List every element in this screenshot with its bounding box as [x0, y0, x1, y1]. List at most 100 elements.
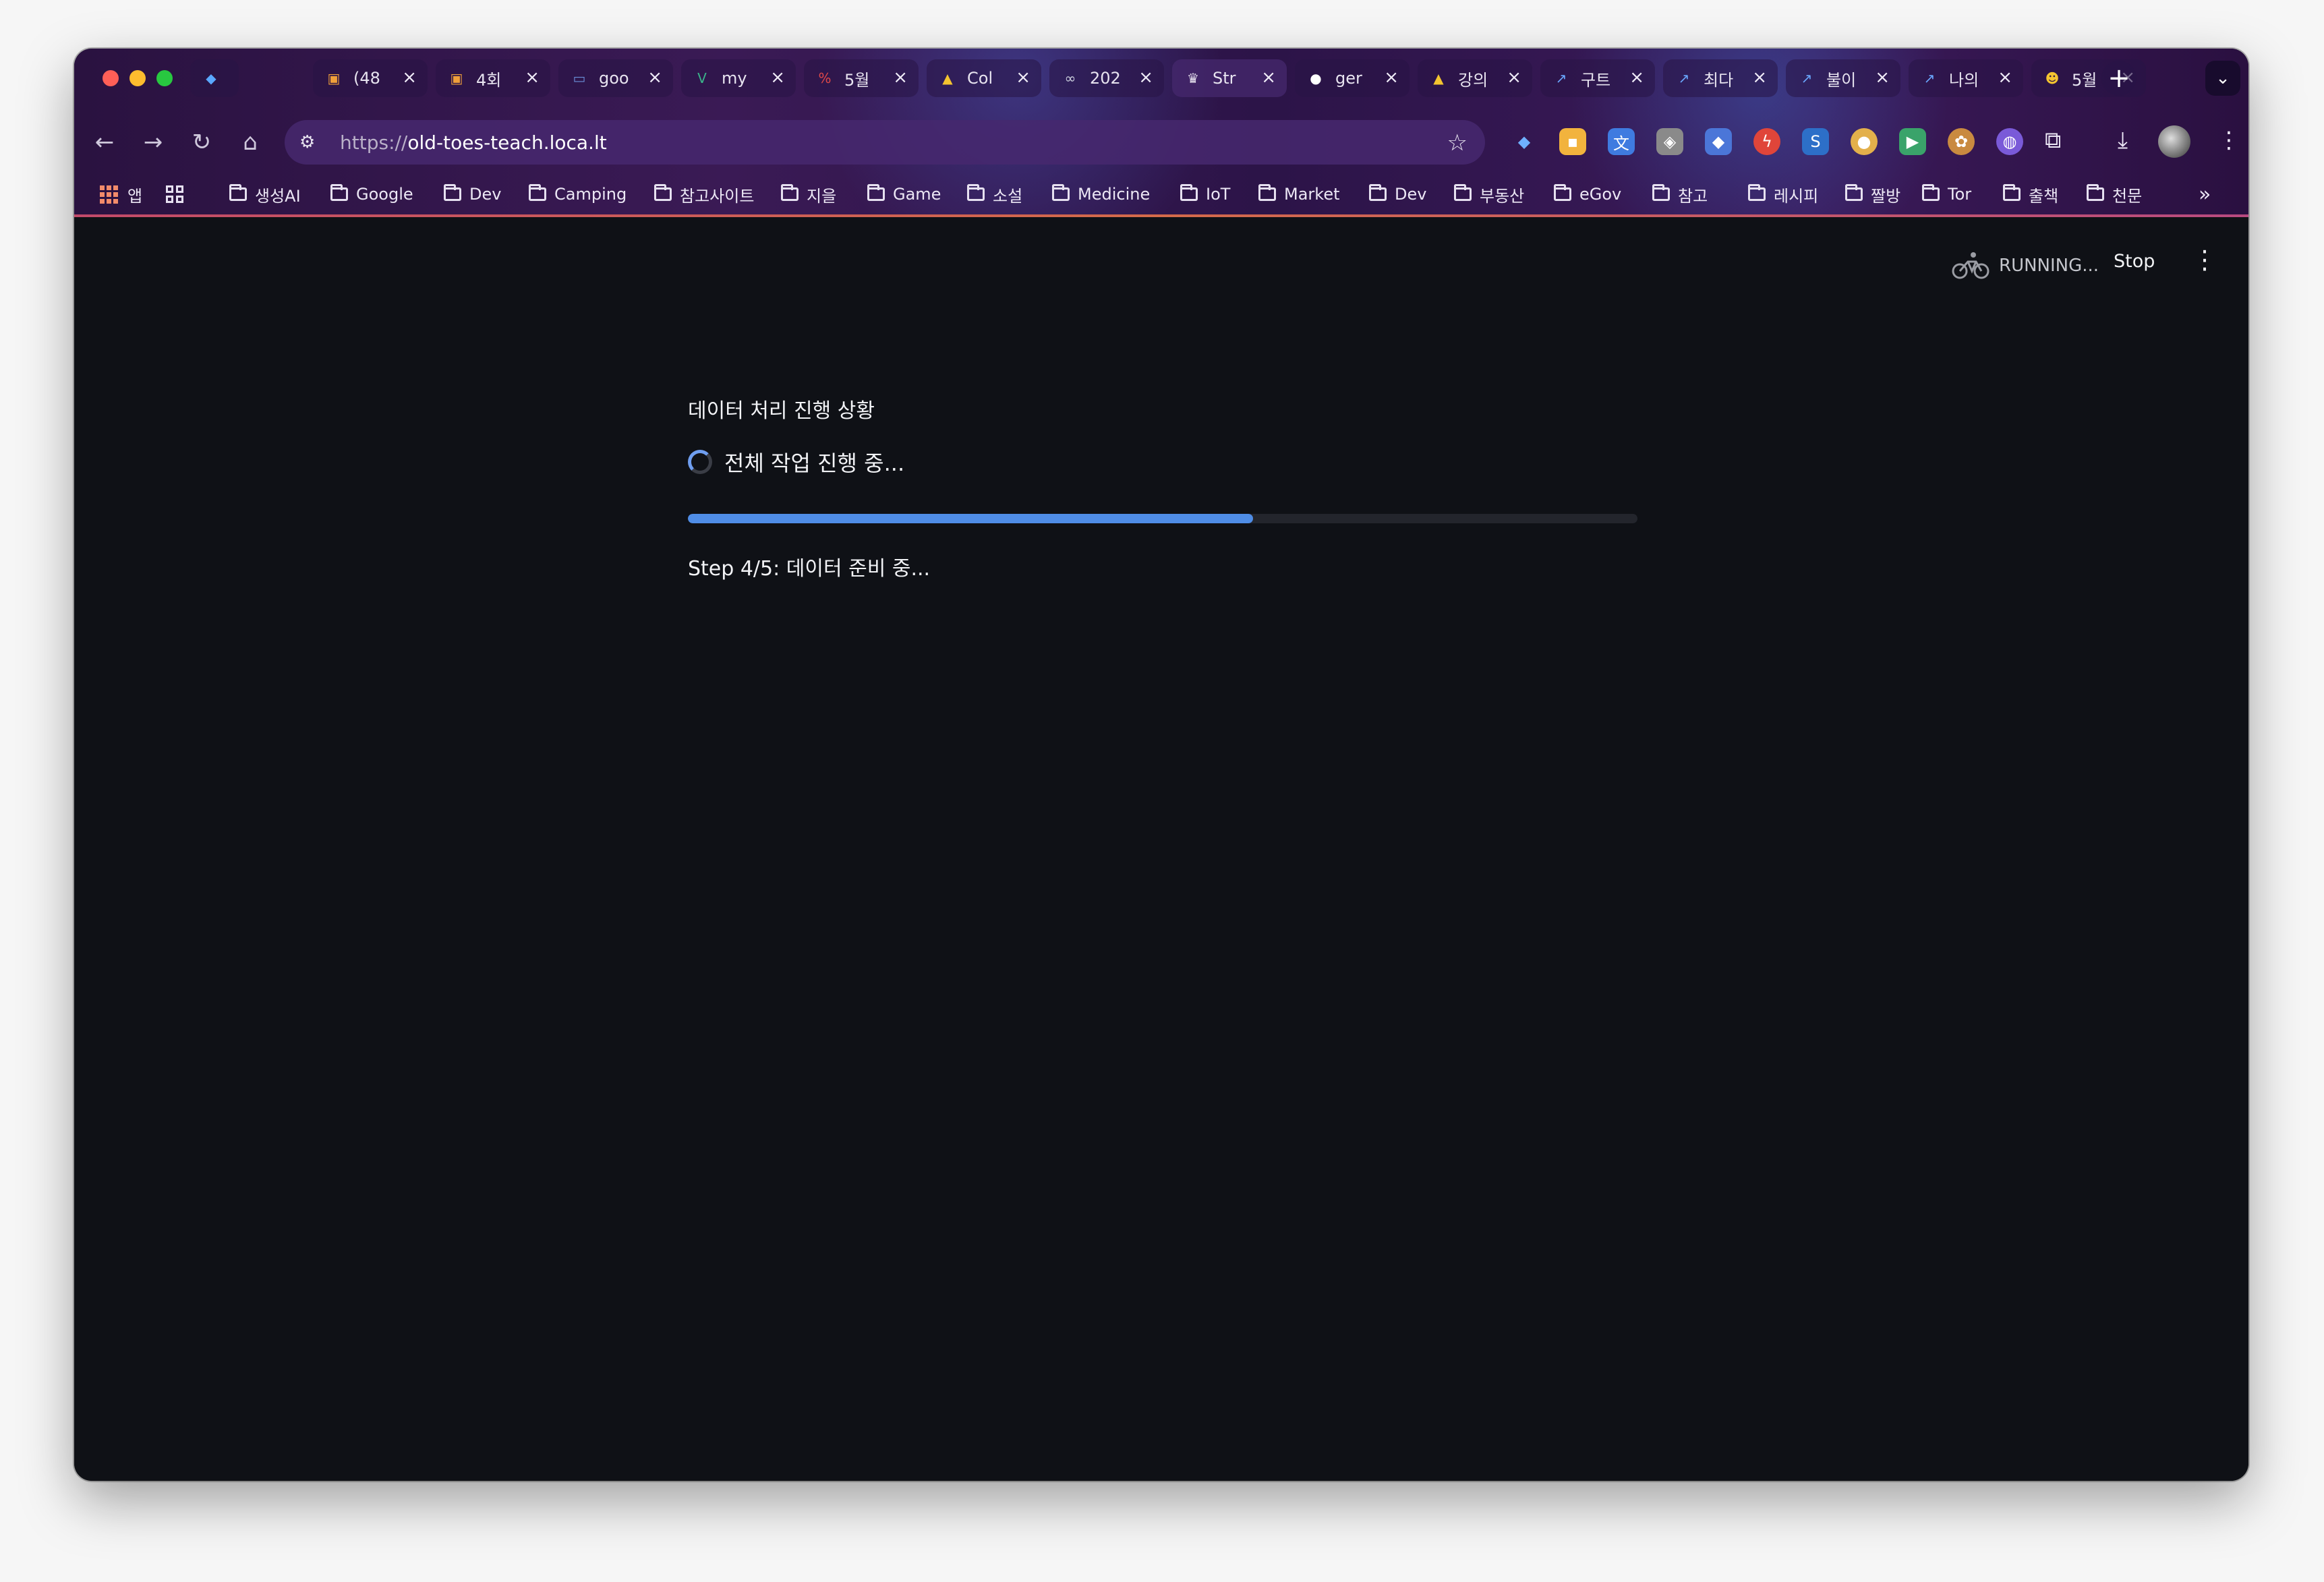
- close-tab-icon[interactable]: ×: [525, 67, 540, 88]
- site-settings-icon[interactable]: ⚙: [299, 132, 326, 152]
- close-tab-icon[interactable]: ×: [1752, 67, 1767, 88]
- video-extension-icon[interactable]: ▶: [1899, 128, 1926, 155]
- url-text: https://old-toes-teach.loca.lt: [340, 131, 607, 154]
- gem-extension-icon[interactable]: ◆: [1511, 128, 1538, 155]
- bookmark-folder[interactable]: Dev: [1369, 181, 1426, 208]
- bookmark-folder[interactable]: 참고사이트: [654, 181, 754, 208]
- browser-tab[interactable]: ▣ (48 ×: [313, 59, 428, 97]
- browser-tab[interactable]: ♛ Str ×: [1172, 59, 1287, 97]
- bookmark-folder-label: Dev: [1395, 185, 1427, 204]
- flash-extension-icon[interactable]: ϟ: [1753, 128, 1780, 155]
- bookmark-folder[interactable]: 짤방: [1845, 181, 1900, 208]
- bookmark-folder[interactable]: Game: [867, 181, 941, 208]
- close-tab-icon[interactable]: ×: [1998, 67, 2012, 88]
- bookmark-folder[interactable]: Medicine: [1052, 181, 1150, 208]
- bookmark-folder[interactable]: 참고: [1652, 181, 1708, 208]
- running-label: RUNNING...: [1999, 256, 2099, 276]
- folder-icon: [529, 184, 546, 201]
- bookmark-folder-label: eGov: [1579, 185, 1622, 204]
- close-tab-icon[interactable]: ×: [1629, 67, 1644, 88]
- monitor-icon: ▭: [573, 70, 586, 86]
- new-tab-button[interactable]: +: [2101, 61, 2137, 96]
- bookmark-folder[interactable]: Market: [1258, 181, 1340, 208]
- close-tab-icon[interactable]: ×: [893, 67, 908, 88]
- cookie-extension-icon[interactable]: ✿: [1948, 128, 1975, 155]
- tab-title: ger: [1335, 69, 1362, 88]
- browser-tab[interactable]: ↗ 최다 ×: [1663, 59, 1778, 97]
- bookmark-folder-label: 짤방: [1871, 186, 1901, 206]
- browser-tab[interactable]: ▣ 4회 ×: [436, 59, 550, 97]
- back-button[interactable]: ←: [86, 124, 123, 160]
- drive-icon: ▲: [1433, 70, 1444, 86]
- bookmark-folder[interactable]: 레시피: [1748, 181, 1818, 208]
- browser-tab[interactable]: ∞ 202 ×: [1049, 59, 1164, 97]
- folder-icon: [1652, 184, 1670, 201]
- browser-tab[interactable]: ◆: [190, 59, 239, 97]
- profile-avatar[interactable]: [2158, 125, 2190, 158]
- address-bar[interactable]: ⚙ https://old-toes-teach.loca.lt ☆: [285, 120, 1485, 165]
- folder-icon: [2087, 184, 2104, 201]
- close-tab-icon[interactable]: ×: [1384, 67, 1399, 88]
- bookmark-folder[interactable]: 천문: [2087, 181, 2142, 208]
- reload-button[interactable]: ↻: [183, 124, 220, 160]
- close-window-button[interactable]: [103, 70, 119, 86]
- bookmark-folder[interactable]: Dev: [444, 181, 501, 208]
- tab-search-button[interactable]: ⌄: [2205, 61, 2240, 96]
- keep-extension-icon[interactable]: ▪: [1559, 128, 1586, 155]
- bookmark-folder[interactable]: IoT: [1180, 181, 1230, 208]
- folder-icon: [444, 184, 461, 201]
- browser-tab[interactable]: ▲ Col ×: [927, 59, 1041, 97]
- browser-tab[interactable]: Vmy ×: [681, 59, 796, 97]
- bookmark-folder[interactable]: Google: [330, 181, 413, 208]
- coin-extension-icon[interactable]: ●: [1851, 128, 1878, 155]
- tab-groups-shortcut[interactable]: [166, 181, 183, 208]
- minimize-window-button[interactable]: [129, 70, 146, 86]
- apps-shortcut[interactable]: 앱: [100, 181, 142, 208]
- app-menu-icon[interactable]: ⋮: [2192, 247, 2217, 272]
- close-tab-icon[interactable]: ×: [1261, 67, 1276, 88]
- bookmarks-bar: 앱 생성AI Google Dev Camping 참고사이트 지을 Game 소설 Medic…: [74, 173, 2248, 214]
- close-tab-icon[interactable]: ×: [647, 67, 662, 88]
- box-icon: ▣: [450, 70, 463, 86]
- close-tab-icon[interactable]: ×: [1016, 67, 1030, 88]
- extensions-puzzle-icon[interactable]: ⧉: [2045, 127, 2061, 154]
- browser-menu-icon[interactable]: ⋮: [2217, 127, 2240, 154]
- browser-tab[interactable]: ● ger ×: [1295, 59, 1410, 97]
- translate-extension-icon[interactable]: 文: [1608, 128, 1635, 155]
- shield-extension-icon[interactable]: ◈: [1656, 128, 1683, 155]
- stop-button[interactable]: Stop: [2114, 251, 2155, 272]
- bookmark-folder[interactable]: 생성AI: [229, 181, 301, 208]
- close-tab-icon[interactable]: ×: [1875, 67, 1890, 88]
- bookmark-folder[interactable]: 소설: [967, 181, 1022, 208]
- folder-icon: [330, 184, 348, 201]
- bookmark-star-icon[interactable]: ☆: [1447, 129, 1468, 156]
- s-extension-icon[interactable]: S: [1802, 128, 1829, 155]
- folder-icon: [1748, 184, 1766, 201]
- bookmark-folder[interactable]: eGov: [1554, 181, 1621, 208]
- close-tab-icon[interactable]: ×: [402, 67, 417, 88]
- browser-tab[interactable]: ↗ 구트 ×: [1540, 59, 1655, 97]
- forward-button[interactable]: →: [135, 124, 171, 160]
- maximize-window-button[interactable]: [156, 70, 173, 86]
- home-button[interactable]: ⌂: [232, 124, 268, 160]
- arrow-icon: ↗: [1678, 70, 1690, 86]
- bookmark-folder[interactable]: 출책: [2003, 181, 2058, 208]
- browser-tab[interactable]: % 5월 ×: [804, 59, 919, 97]
- close-tab-icon[interactable]: ×: [1138, 67, 1153, 88]
- browser-tab[interactable]: ▲ 강의 ×: [1418, 59, 1532, 97]
- close-tab-icon[interactable]: ×: [770, 67, 785, 88]
- browser-tab[interactable]: ▭ goo ×: [558, 59, 673, 97]
- browser-tab[interactable]: ↗ 나의 ×: [1909, 59, 2023, 97]
- download-icon[interactable]: ⤓: [2118, 127, 2128, 154]
- bookmark-folder[interactable]: 부동산: [1454, 181, 1524, 208]
- bookmark-folder[interactable]: 지을: [781, 181, 836, 208]
- bookmark-folder[interactable]: Camping: [529, 181, 627, 208]
- apps-label: 앱: [127, 186, 143, 206]
- bookmark-folder[interactable]: Tor: [1922, 181, 1971, 208]
- bookmarks-overflow-icon[interactable]: »: [2199, 181, 2211, 208]
- close-tab-icon[interactable]: ×: [1507, 67, 1521, 88]
- browser-tab[interactable]: ↗ 불이 ×: [1786, 59, 1900, 97]
- ublock-extension-icon[interactable]: ◆: [1705, 128, 1732, 155]
- crown-icon: ♛: [1187, 70, 1199, 86]
- globe-extension-icon[interactable]: ◍: [1996, 128, 2023, 155]
